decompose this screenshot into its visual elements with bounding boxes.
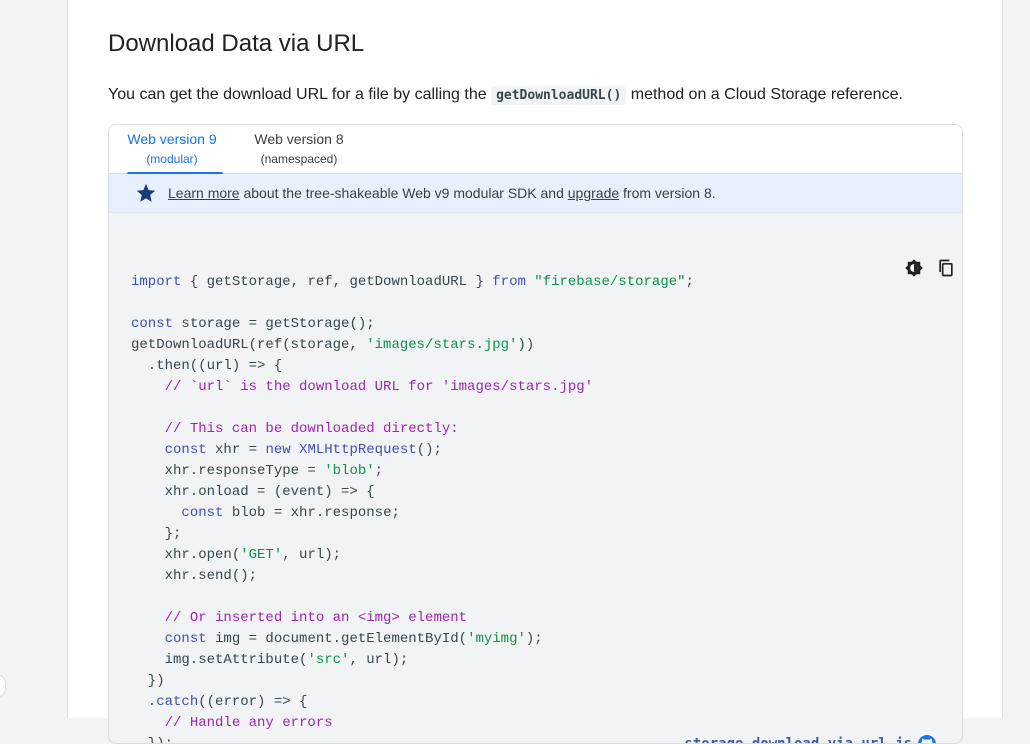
code-line: img.setAttribute('src', url); [131, 652, 409, 668]
code-line: }; [131, 526, 182, 542]
code-line: }) [131, 673, 165, 689]
code-lines: import { getStorage, ref, getDownloadURL… [131, 274, 694, 744]
code-line: const img = document.getElementById('myi… [164, 631, 543, 647]
tab-web-v8[interactable]: Web version 8 (namespaced) [249, 131, 349, 166]
code-sample-card: Web version 9 (modular) Web version 8 (n… [108, 124, 963, 744]
code-line: }); [131, 736, 174, 744]
code-line: const storage = getStorage(); [131, 316, 375, 332]
code-block: import { getStorage, ref, getDownloadURL… [109, 213, 962, 744]
code-line: xhr.open('GET', url); [131, 547, 342, 563]
learn-more-link[interactable]: Learn more [168, 185, 240, 201]
intro-paragraph: You can get the download URL for a file … [108, 86, 903, 105]
code-line: .then((url) => { [131, 358, 283, 374]
code-line: xhr.responseType = 'blob'; [131, 463, 384, 479]
upgrade-link[interactable]: upgrade [568, 185, 619, 201]
tab-label: Web version 8 [254, 131, 344, 147]
code-line: // `url` is the download URL for 'images… [164, 379, 594, 395]
star-icon [136, 183, 156, 202]
code-line: // Or inserted into an <img> element [164, 610, 468, 626]
notice-text-end: from version 8. [619, 185, 716, 201]
version-tabs: Web version 9 (modular) Web version 8 (n… [109, 125, 962, 175]
code-line: xhr.onload = (event) => { [131, 484, 375, 500]
copy-icon[interactable] [936, 258, 956, 278]
intro-text-after: method on a Cloud Storage reference. [626, 86, 903, 103]
inline-code-method: getDownloadURL() [491, 86, 627, 105]
notice-message: Learn more about the tree-shakeable Web … [168, 185, 716, 201]
tab-sublabel: (modular) [146, 152, 198, 166]
code-line: const xhr = new XMLHttpRequest(); [164, 442, 442, 458]
intro-text-before: You can get the download URL for a file … [108, 86, 492, 103]
source-filename: storage_download_via_url.js [684, 736, 912, 744]
tab-label: Web version 9 [127, 131, 217, 147]
code-line: // This can be downloaded directly: [164, 421, 459, 437]
tab-web-v9[interactable]: Web version 9 (modular) [121, 131, 223, 175]
side-handle[interactable] [0, 674, 6, 698]
doc-page: Download Data via URL You can get the do… [67, 0, 1003, 744]
code-line: import { getStorage, ref, getDownloadURL… [131, 274, 694, 290]
code-line: xhr.send(); [131, 568, 258, 584]
source-file-link[interactable]: storage_download_via_url.js [684, 735, 936, 744]
dark-mode-toggle-icon[interactable] [904, 258, 924, 278]
code-line: const blob = xhr.response; [181, 505, 400, 521]
code-line: // Handle any errors [164, 715, 333, 731]
section-heading: Download Data via URL [108, 30, 365, 57]
code-line: getDownloadURL(ref(storage, 'images/star… [131, 337, 535, 353]
sdk-notice-banner: Learn more about the tree-shakeable Web … [109, 174, 962, 213]
github-icon [918, 735, 936, 743]
code-line: .catch((error) => { [131, 694, 308, 710]
tab-sublabel: (namespaced) [260, 152, 338, 166]
code-text: import { getStorage, ref, getDownloadURL… [131, 271, 694, 744]
notice-text: about the tree-shakeable Web v9 modular … [239, 185, 568, 201]
